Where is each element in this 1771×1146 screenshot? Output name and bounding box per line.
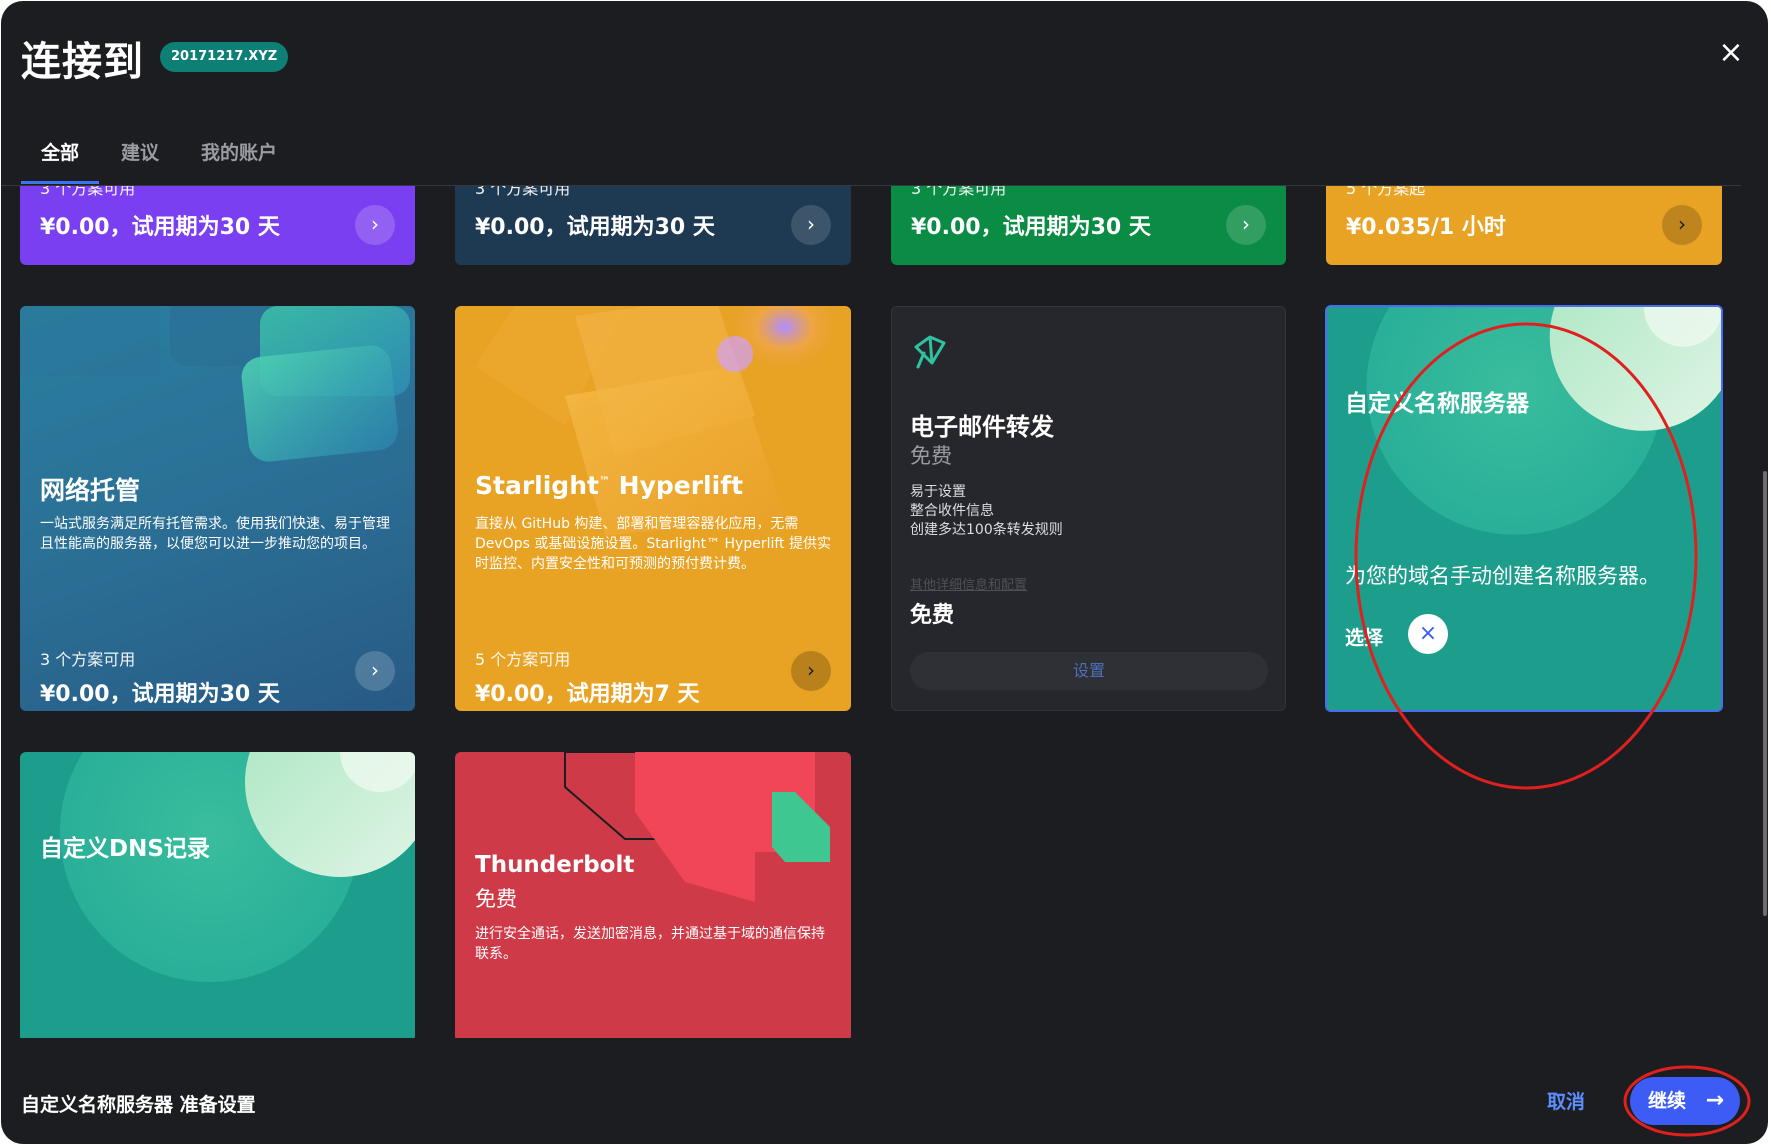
tab-my-account[interactable]: 我的账户 — [201, 136, 277, 184]
plans-count: 5 个方案起 — [1346, 186, 1426, 198]
card-title: 网络托管 — [40, 476, 141, 505]
feature-item: 整合收件信息 — [910, 503, 994, 519]
feature-item: 创建多达100条转发规则 — [910, 522, 1063, 538]
close-icon[interactable]: × — [1713, 35, 1749, 71]
card-price: ¥0.00，试用期为30 天 — [40, 682, 280, 707]
cancel-button[interactable]: 取消 — [1547, 1087, 1585, 1114]
chevron-right-icon[interactable]: › — [1662, 205, 1702, 245]
select-label: 选择 — [1345, 627, 1384, 649]
top-card-1[interactable]: 3 个方案可用 ¥0.00，试用期为30 天 › — [20, 186, 415, 265]
starlight-hyperlift-card[interactable]: Starlight™ Hyperlift 直接从 GitHub 构建、部署和管理… — [455, 306, 851, 711]
card-price: ¥0.035/1 小时 — [1346, 215, 1506, 240]
plans-count: 5 个方案可用 — [475, 650, 571, 669]
arrow-right-icon: → — [1705, 1088, 1724, 1113]
card-description: 为您的域名手动创建名称服务器。 — [1345, 564, 1660, 588]
plans-count: 3 个方案可用 — [40, 650, 136, 669]
card-description: 进行安全通话，发送加密消息，并通过基于域的通信保持联系。 — [475, 926, 825, 962]
connect-modal: 连接到 20171217.XYZ × 全部 建议 我的账户 3 个方案可用 ¥0… — [1, 1, 1768, 1144]
tab-suggestions[interactable]: 建议 — [121, 136, 159, 184]
top-card-3[interactable]: 3 个方案可用 ¥0.00，试用期为30 天 › — [891, 186, 1286, 265]
chevron-right-icon[interactable]: › — [1226, 205, 1266, 245]
top-card-2[interactable]: 3 个方案可用 ¥0.00，试用期为30 天 › — [455, 186, 851, 265]
domain-badge: 20171217.XYZ — [160, 42, 289, 72]
card-grid: 3 个方案可用 ¥0.00，试用期为30 天 › 3 个方案可用 ¥0.00，试… — [1, 186, 1768, 1038]
card-title: 自定义DNS记录 — [40, 836, 210, 862]
modal-title: 连接到 — [21, 39, 144, 85]
card-price: ¥0.00，试用期为30 天 — [475, 215, 715, 240]
card-title: 自定义名称服务器 — [1345, 391, 1529, 417]
plans-count: 3 个方案可用 — [911, 186, 1007, 198]
card-subtitle: 免费 — [475, 887, 517, 911]
plans-count: 3 个方案可用 — [40, 186, 136, 198]
feature-item: 易于设置 — [910, 484, 966, 500]
web-hosting-card[interactable]: 网络托管 一站式服务满足所有托管需求。使用我们快速、易于管理且性能高的服务器，以… — [20, 306, 415, 711]
custom-dns-card[interactable]: 自定义DNS记录 — [20, 752, 415, 1038]
card-price: 免费 — [910, 603, 955, 628]
custom-nameservers-card[interactable]: 自定义名称服务器 为您的域名手动创建名称服务器。 选择 × — [1325, 305, 1723, 712]
custom-ns-artwork — [1327, 307, 1721, 710]
setup-button[interactable]: 设置 — [910, 652, 1268, 690]
deselect-close-icon[interactable]: × — [1408, 614, 1448, 654]
thunderbolt-card[interactable]: Thunderbolt 免费 进行安全通话，发送加密消息，并通过基于域的通信保持… — [455, 752, 851, 1038]
card-title: Starlight™ Hyperlift — [475, 471, 744, 500]
card-price: ¥0.00，试用期为7 天 — [475, 682, 700, 707]
card-title: Thunderbolt — [475, 852, 635, 878]
top-card-4[interactable]: 5 个方案起 ¥0.035/1 小时 › — [1326, 186, 1722, 265]
card-price: ¥0.00，试用期为30 天 — [911, 215, 1151, 240]
scrollbar-thumb[interactable] — [1763, 471, 1767, 916]
continue-label: 继续 — [1648, 1090, 1687, 1112]
card-description: 一站式服务满足所有托管需求。使用我们快速、易于管理且性能高的服务器，以便您可以进… — [40, 516, 390, 552]
mail-forward-icon — [914, 335, 946, 369]
email-forwarding-card[interactable]: 电子邮件转发 免费 易于设置 整合收件信息 创建多达100条转发规则 其他详细信… — [891, 306, 1286, 711]
chevron-right-icon[interactable]: › — [355, 651, 395, 691]
card-description: 直接从 GitHub 构建、部署和管理容器化应用，无需 DevOps 或基础设施… — [475, 516, 831, 572]
tab-all[interactable]: 全部 — [20, 136, 100, 184]
feature-list: 易于设置 整合收件信息 创建多达100条转发规则 — [910, 483, 1063, 540]
chevron-right-icon[interactable]: › — [355, 205, 395, 245]
chevron-right-icon[interactable]: › — [791, 205, 831, 245]
card-price: ¥0.00，试用期为30 天 — [40, 215, 280, 240]
selection-status: 自定义名称服务器 准备设置 — [21, 1094, 256, 1116]
card-title: 电子邮件转发 — [910, 413, 1054, 441]
details-link[interactable]: 其他详细信息和配置 — [910, 574, 1027, 593]
continue-button[interactable]: 继续 → — [1630, 1077, 1740, 1125]
plans-count: 3 个方案可用 — [475, 186, 571, 198]
chevron-right-icon[interactable]: › — [791, 651, 831, 691]
card-subtitle: 免费 — [910, 444, 952, 468]
custom-dns-artwork — [60, 752, 415, 982]
